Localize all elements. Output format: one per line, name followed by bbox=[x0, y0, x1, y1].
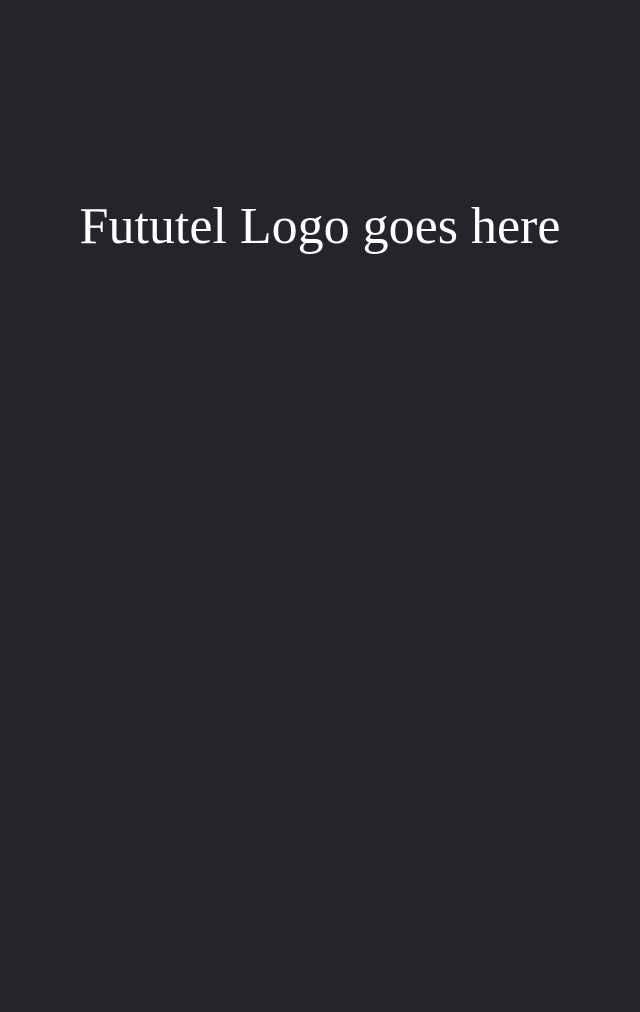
logo-placeholder-text: Fututel Logo goes here bbox=[79, 198, 561, 255]
splash-screen: Fututel Logo goes here bbox=[0, 0, 640, 1012]
